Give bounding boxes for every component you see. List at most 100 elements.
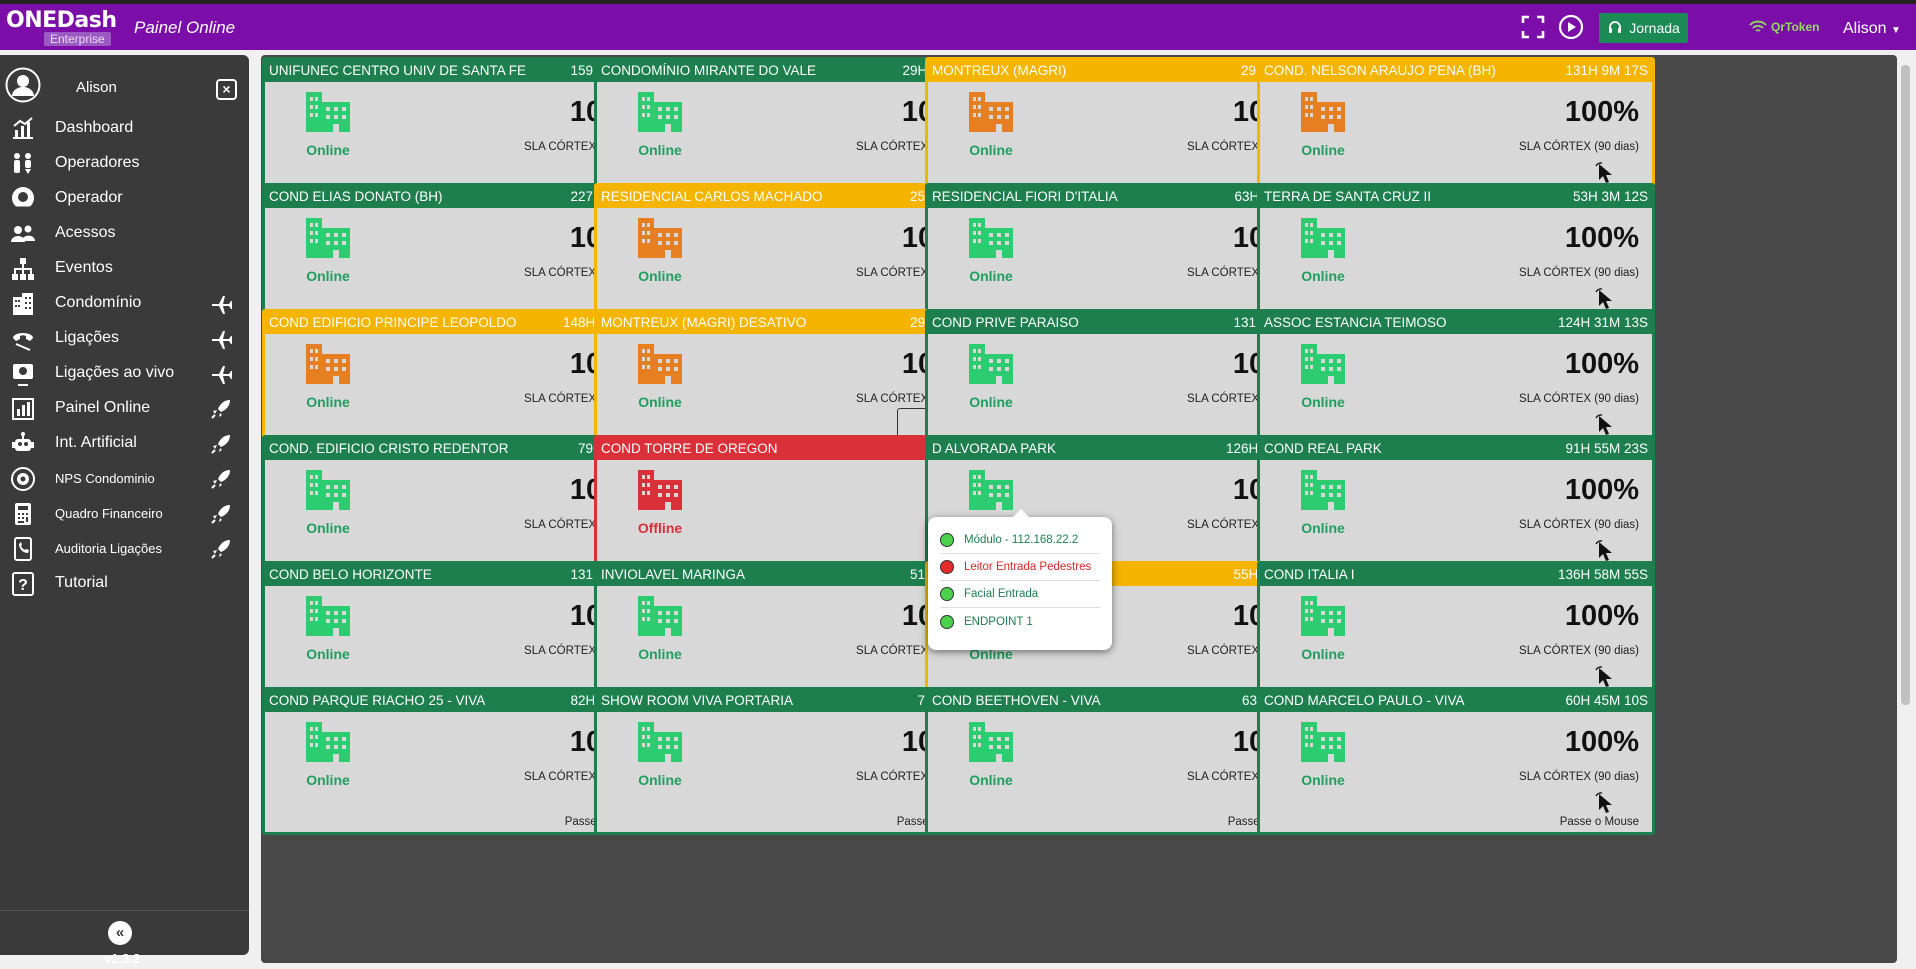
building-icon xyxy=(306,596,350,636)
rocket-icon xyxy=(211,470,230,489)
sidebar-footer: « v1.3.2 xyxy=(0,910,249,966)
plane-icon xyxy=(212,296,232,314)
version-label: v1.3.2 xyxy=(104,951,141,966)
headset-icon xyxy=(12,187,34,210)
sidebar-item-auditoria-liga-es[interactable]: Auditoria Ligações xyxy=(0,530,249,566)
sidebar-item-painel-online[interactable]: Painel Online xyxy=(0,390,249,426)
collapse-sidebar-button[interactable]: « xyxy=(108,921,132,945)
sidebar-item-label: Dashboard xyxy=(55,119,134,136)
building-icon xyxy=(638,218,682,258)
sidebar-item-int-artificial[interactable]: Int. Artificial xyxy=(0,425,249,461)
condo-name: COND BELO HORIZONTE xyxy=(269,567,432,582)
sidebar-item-label: NPS Condominio xyxy=(55,470,155,486)
uptime-timer: 124H 31M 13S xyxy=(1557,315,1648,330)
hover-hint[interactable]: Passe o Mouse xyxy=(1560,816,1639,828)
status-badge: Online xyxy=(969,268,1013,284)
building-icon xyxy=(638,344,682,384)
cursor-icon[interactable] xyxy=(1593,792,1617,816)
status-dot-icon xyxy=(940,614,954,629)
wifi-icon xyxy=(1749,20,1767,32)
condo-name: INVIOLAVEL MARINGA xyxy=(601,567,746,582)
sidebar-item-liga-es-ao-vivo[interactable]: Ligações ao vivo xyxy=(0,355,249,391)
phone-icon xyxy=(13,333,33,351)
operators-icon xyxy=(14,153,31,174)
sidebar-item-tutorial[interactable]: ? Tutorial xyxy=(0,565,249,601)
condo-name: RESIDENCIAL CARLOS MACHADO xyxy=(601,189,823,204)
jornada-label: Jornada xyxy=(1629,20,1680,36)
status-badge: Online xyxy=(969,394,1013,410)
sidebar: Alison × Dashboard Operadores Operador Aces… xyxy=(0,55,249,966)
sidebar-item-liga-es[interactable]: Ligações xyxy=(0,320,249,356)
condo-name: COND MARCELO PAULO - VIVA xyxy=(1264,693,1465,708)
condo-card[interactable]: COND MARCELO PAULO - VIVA 60H 45M 10S Onli… xyxy=(1257,687,1655,835)
chart-icon xyxy=(13,117,33,139)
sla-percent: 100% xyxy=(1564,348,1639,380)
qrtoken-label: QrToken xyxy=(1771,20,1820,34)
sla-label: SLA CÓRTEX (90 dias) xyxy=(1519,771,1639,783)
status-dot-icon xyxy=(940,560,954,574)
sidebar-item-condom-nio[interactable]: Condomínio xyxy=(0,285,249,321)
building-icon xyxy=(969,92,1013,132)
status-badge: Online xyxy=(969,142,1013,158)
sla-label: SLA CÓRTEX (90 dias) xyxy=(1519,645,1639,657)
building-icon xyxy=(969,218,1013,258)
building-icon xyxy=(306,722,350,762)
sidebar-item-operador[interactable]: Operador xyxy=(0,180,249,216)
plane-icon xyxy=(212,366,232,384)
calculator-icon xyxy=(15,503,31,525)
status-badge: Online xyxy=(1301,142,1345,158)
sidebar-item-dashboard[interactable]: Dashboard xyxy=(0,110,249,146)
building-icon xyxy=(1301,596,1345,636)
status-badge: Online xyxy=(969,772,1013,788)
fullscreen-icon[interactable] xyxy=(1520,14,1546,40)
play-icon[interactable] xyxy=(1558,14,1584,40)
close-icon[interactable]: × xyxy=(216,79,237,100)
building-icon xyxy=(306,344,350,384)
sidebar-item-label: Ligações xyxy=(55,329,120,346)
rocket-icon xyxy=(211,505,230,524)
sidebar-item-label: Auditoria Ligações xyxy=(55,540,162,556)
condo-name: COND. EDIFICIO CRISTO REDENTOR xyxy=(269,441,509,456)
condo-name: ASSOC ESTANCIA TEIMOSO xyxy=(1264,315,1447,330)
building-icon xyxy=(638,722,682,762)
sidebar-item-label: Tutorial xyxy=(55,574,108,591)
sidebar-item-eventos[interactable]: Eventos xyxy=(0,250,249,286)
sla-percent: 100% xyxy=(1564,600,1639,632)
logo-main-text: ONEDash xyxy=(6,8,117,33)
condo-name: COND TORRE DE OREGON xyxy=(601,441,778,456)
headset-icon xyxy=(1609,21,1622,33)
user-menu[interactable]: Alison ▼ xyxy=(1843,20,1901,38)
sla-label: SLA CÓRTEX (90 dias) xyxy=(1519,519,1639,531)
equipment-label: Facial Entrada xyxy=(964,588,1039,600)
equipment-tooltip: Módulo - 112.168.22.2 Leitor Entrada Pede… xyxy=(928,509,1112,650)
qrtoken-button[interactable]: QrToken xyxy=(1749,20,1819,34)
status-badge: Online xyxy=(1301,772,1345,788)
logo[interactable]: ONEDash Enterprise xyxy=(6,8,117,46)
scrollbar-thumb[interactable] xyxy=(1901,65,1910,705)
condo-name: COND EDIFICIO PRINCIPE LEOPOLDO xyxy=(269,315,517,330)
sidebar-item-quadro-financeiro[interactable]: Quadro Financeiro xyxy=(0,495,249,531)
status-badge: Online xyxy=(306,268,350,284)
equipment-label: Leitor Entrada Pedestres xyxy=(964,561,1092,573)
condo-name: COND REAL PARK xyxy=(1264,441,1382,456)
building-icon xyxy=(969,722,1013,762)
status-badge: Online xyxy=(306,520,350,536)
uptime-timer: 53H 3M 12S xyxy=(1572,189,1648,204)
sidebar-username: Alison xyxy=(76,79,117,96)
top-bar: ONEDash Enterprise Painel Online Jornada… xyxy=(0,0,1916,50)
building-icon xyxy=(969,344,1013,384)
sidebar-item-acessos[interactable]: Acessos xyxy=(0,215,249,251)
jornada-button[interactable]: Jornada xyxy=(1599,13,1688,43)
sidebar-item-label: Eventos xyxy=(55,259,113,276)
building-icon xyxy=(306,218,350,258)
sidebar-item-nps-condominio[interactable]: NPS Condominio xyxy=(0,460,249,496)
sidebar-item-label: Operador xyxy=(55,189,123,206)
sla-percent: 100% xyxy=(1564,474,1639,506)
avatar xyxy=(5,67,41,103)
card-header: COND. NELSON ARAUJO PENA (BH) 131H 9M 17S xyxy=(1260,60,1652,82)
condo-name: COND PRIVE PARAISO xyxy=(932,315,1079,330)
condo-name: TERRA DE SANTA CRUZ II xyxy=(1264,189,1432,204)
scrollbar[interactable] xyxy=(1897,55,1914,963)
building-icon xyxy=(13,293,33,315)
sidebar-item-operadores[interactable]: Operadores xyxy=(0,145,249,181)
